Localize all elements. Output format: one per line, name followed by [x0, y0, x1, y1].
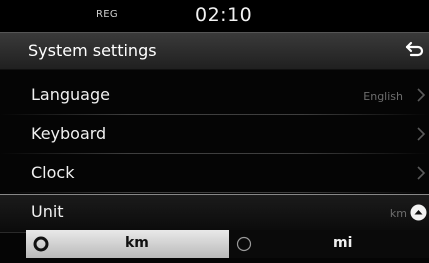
menu-item-label: Clock [31, 163, 75, 182]
unit-option-label: mi [333, 235, 353, 251]
settings-list: Language English Keyboard Clock Unit km [0, 77, 429, 233]
chevron-right-icon [415, 125, 427, 143]
menu-item-label: Keyboard [31, 124, 107, 143]
unit-option-km[interactable]: km [26, 230, 229, 258]
unit-option-label: km [125, 235, 149, 251]
chevron-up-circle-icon [410, 204, 427, 221]
menu-item-value: English [363, 90, 403, 103]
status-clock: 02:10 [195, 4, 253, 26]
unit-options: km mi [0, 230, 429, 258]
menu-item-label: Language [31, 85, 110, 104]
system-settings-screen: REG 02:10 System settings Language Engli… [0, 0, 429, 263]
menu-item-label: Unit [31, 202, 64, 221]
menu-item-language[interactable]: Language English [0, 77, 429, 116]
chevron-right-icon [415, 86, 427, 104]
menu-item-value: km [389, 207, 407, 220]
page-title: System settings [28, 41, 157, 60]
back-button[interactable] [403, 38, 429, 64]
menu-item-clock[interactable]: Clock [0, 155, 429, 194]
radio-unselected-icon [236, 236, 252, 252]
status-mode: REG [96, 9, 118, 20]
chevron-right-icon [415, 164, 427, 182]
menu-item-unit[interactable]: Unit km [0, 194, 429, 233]
header-bar: System settings [0, 32, 429, 70]
back-return-icon [403, 38, 429, 60]
radio-selected-icon [33, 236, 49, 252]
status-bar: REG 02:10 [0, 0, 429, 32]
unit-option-mi[interactable]: mi [229, 230, 429, 258]
menu-item-keyboard[interactable]: Keyboard [0, 116, 429, 155]
